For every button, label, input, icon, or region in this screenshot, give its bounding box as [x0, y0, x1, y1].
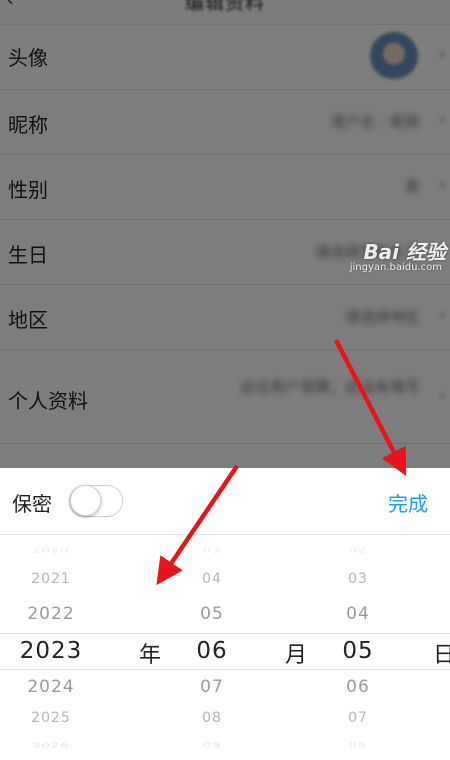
selection-line-top	[0, 633, 450, 634]
secret-toggle[interactable]	[69, 485, 123, 517]
date-wheel[interactable]: 20192020202120222023202420252026 0203040…	[0, 535, 450, 760]
date-picker-sheet: 保密 完成 20192020202120222023202420252026 0…	[0, 468, 450, 760]
years-selected-value[interactable]: 2023	[20, 638, 83, 664]
day-unit: 日	[433, 643, 450, 668]
sheet-header: 保密 完成	[0, 468, 450, 535]
days-selected-value[interactable]: 05	[342, 638, 373, 664]
month-unit: 月	[285, 643, 308, 668]
done-button[interactable]: 完成	[388, 488, 428, 517]
years-option[interactable]: 2024	[27, 677, 74, 697]
days-option[interactable]: 07	[348, 710, 368, 726]
toggle-knob	[70, 485, 101, 516]
months-selected-value[interactable]: 06	[196, 638, 227, 664]
days-option[interactable]: 04	[346, 604, 370, 624]
months-option[interactable]: 07	[200, 677, 224, 697]
watermark-url: jingyan.baidu.com	[349, 262, 442, 273]
days-option[interactable]: 06	[346, 677, 370, 697]
watermark-logo: Bai 经验	[363, 240, 446, 264]
years-option[interactable]: 2025	[31, 710, 71, 726]
wheel-fade-top	[0, 535, 450, 575]
year-unit: 年	[139, 643, 162, 668]
dim-overlay[interactable]	[0, 0, 450, 468]
months-option[interactable]: 08	[202, 710, 222, 726]
years-option[interactable]: 2022	[27, 604, 74, 624]
months-option[interactable]: 05	[200, 604, 224, 624]
wheel-fade-bottom	[0, 730, 450, 760]
secret-label: 保密	[12, 492, 52, 516]
selection-line-bottom	[0, 669, 450, 670]
